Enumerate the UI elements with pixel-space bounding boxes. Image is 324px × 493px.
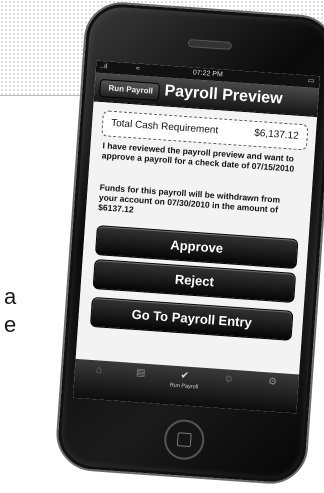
home-button-square-icon [176,432,192,448]
tab-document[interactable]: ▤ [119,366,161,399]
settings-icon: ⚙ [267,376,278,388]
tab-home[interactable]: ⌂ [77,363,119,396]
tab-settings[interactable]: ⚙ [251,375,293,408]
phone-screen: ..ıl ≈ 07:22 PM ▭ Run Payroll Payroll Pr… [72,60,320,414]
background-text-e: e [4,312,17,337]
total-value: $6,137.12 [253,127,300,142]
total-label: Total Cash Requirement [110,117,219,137]
content-area: Total Cash Requirement $6,137.12 I have … [75,101,318,375]
tab-run-payroll[interactable]: ✔ Run Payroll [163,369,205,402]
tab-people[interactable]: ☺ [207,372,249,405]
battery-icon: ▭ [307,77,315,85]
home-icon: ⌂ [95,364,103,376]
funds-statement: Funds for this payroll will be withdrawn… [97,182,281,215]
people-icon: ☺ [223,373,235,385]
background-text-a: a [4,284,17,309]
run-payroll-back-button[interactable]: Run Payroll [98,78,161,102]
go-to-payroll-entry-button[interactable]: Go To Payroll Entry [89,296,294,341]
page-title: Payroll Preview [163,82,284,108]
checkmark-icon: ✔ [180,370,190,382]
document-icon: ▤ [135,367,146,379]
phone-device: ..ıl ≈ 07:22 PM ▭ Run Payroll Payroll Pr… [53,0,324,487]
tab-run-payroll-label: Run Payroll [169,382,199,391]
